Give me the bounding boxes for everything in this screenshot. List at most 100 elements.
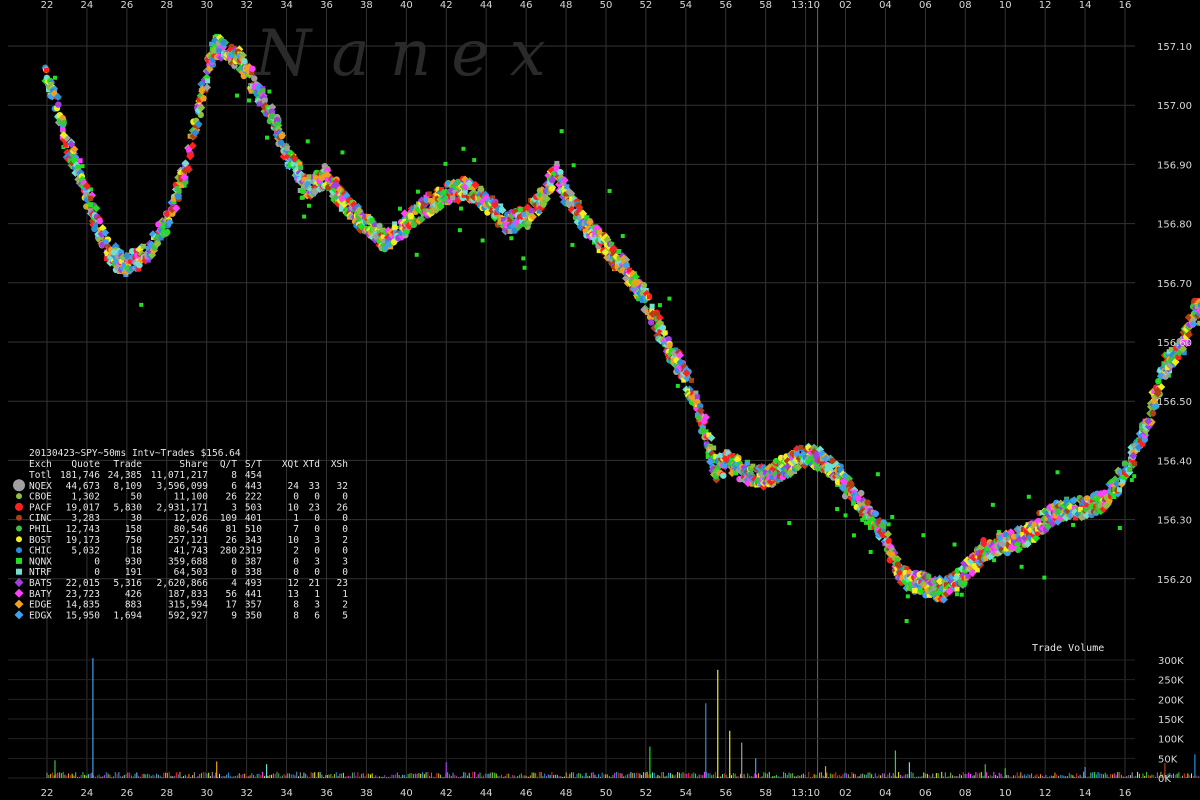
outlier-trade-marker	[657, 303, 662, 308]
trade-marker	[554, 160, 560, 166]
trade-marker	[103, 239, 109, 245]
outlier-trade-marker	[904, 619, 909, 624]
time-tick-label: 32	[240, 0, 253, 11]
legend-cell: EDGX	[29, 610, 52, 621]
time-tick-label: 46	[520, 788, 533, 799]
time-tick-label: 36	[320, 788, 333, 799]
outlier-trade-marker	[667, 296, 672, 301]
legend-cell: BATS	[29, 578, 52, 589]
volume-tick-label: 50K	[1158, 754, 1178, 765]
legend-cell: 33	[309, 481, 320, 492]
legend-cell: 18	[131, 546, 143, 557]
legend-cell: 11,100	[174, 492, 209, 503]
legend-cell: 1,694	[113, 610, 142, 621]
outlier-trade-marker	[522, 265, 527, 270]
legend-cell: 2319	[239, 546, 262, 557]
time-tick-label: 52	[640, 0, 653, 11]
outlier-trade-marker	[235, 93, 240, 98]
time-tick-label: 24	[81, 0, 94, 11]
trade-marker	[1131, 461, 1137, 467]
legend-cell: 30	[131, 513, 143, 524]
legend-cell: 0	[342, 492, 348, 503]
time-tick-label: 28	[160, 0, 173, 11]
outlier-trade-marker	[414, 252, 419, 257]
legend-cell: 158	[125, 524, 142, 535]
legend-header-cell: Q/T	[220, 459, 237, 470]
time-tick-label: 13:10	[791, 0, 820, 11]
legend-cell: EDGE	[29, 600, 52, 611]
time-tick-label: 30	[200, 0, 213, 11]
legend-cell: 21	[309, 578, 321, 589]
legend-cell: 81	[226, 524, 238, 535]
legend-cell: 443	[245, 481, 262, 492]
legend-cell: 191	[125, 567, 142, 578]
trade-marker	[885, 537, 892, 545]
outlier-trade-marker	[571, 163, 576, 168]
trade-marker	[974, 567, 980, 573]
time-tick-label: 02	[839, 0, 852, 11]
trade-marker	[60, 127, 66, 133]
legend-header-cell: Exch	[29, 459, 52, 470]
time-tick-label: 28	[160, 788, 173, 799]
time-tick-label: 10	[999, 0, 1012, 11]
outlier-trade-marker	[905, 594, 910, 599]
time-tick-label: 36	[320, 0, 333, 11]
legend-marker-icon	[16, 514, 22, 521]
price-tick-label: 157.10	[1157, 42, 1192, 53]
legend-cell: 1,302	[71, 492, 100, 503]
outlier-trade-marker	[1071, 522, 1076, 527]
trade-marker	[306, 174, 312, 180]
legend-cell: 401	[245, 513, 262, 524]
outlier-trade-marker	[886, 522, 891, 527]
outlier-trade-marker	[267, 89, 272, 94]
legend-cell: CHIC	[29, 546, 52, 557]
time-tick-label: 40	[400, 788, 413, 799]
outlier-trade-marker	[139, 302, 144, 307]
legend-cell: 503	[245, 502, 262, 513]
time-tick-label: 46	[520, 0, 533, 11]
legend-cell: 592,927	[168, 610, 208, 621]
legend-cell: 8	[293, 600, 299, 611]
trade-marker	[798, 444, 804, 450]
legend-cell: 0	[293, 567, 299, 578]
legend-cell: 4	[231, 578, 237, 589]
outlier-trade-marker	[843, 513, 848, 518]
outlier-trade-marker	[1042, 575, 1047, 580]
trade-marker	[689, 377, 695, 383]
trade-marker	[1117, 487, 1123, 493]
nanex-watermark: N a n e x	[253, 17, 546, 91]
legend-cell: CINC	[29, 513, 52, 524]
legend-cell: 12,743	[66, 524, 100, 535]
time-tick-label: 04	[879, 0, 892, 11]
outlier-trade-marker	[53, 75, 57, 80]
legend-cell: 3	[342, 556, 348, 567]
trade-marker	[711, 445, 717, 451]
price-tick-label: 156.80	[1157, 220, 1192, 231]
time-tick-label: 12	[1039, 0, 1052, 11]
legend-cell: 0	[314, 513, 320, 524]
time-tick-label: 58	[759, 788, 772, 799]
outlier-trade-marker	[959, 592, 964, 597]
legend-cell: 2	[342, 600, 348, 611]
legend-cell: 24	[288, 481, 300, 492]
time-tick-label: 38	[360, 788, 373, 799]
legend-cell: 50	[131, 492, 143, 503]
outlier-trade-marker	[265, 135, 270, 140]
outlier-trade-marker	[990, 502, 995, 507]
outlier-trade-marker	[1132, 474, 1137, 479]
trade-marker	[278, 132, 286, 140]
legend-cell: 187,833	[168, 589, 208, 600]
outlier-trade-marker	[509, 236, 514, 241]
time-tick-label: 06	[919, 0, 932, 11]
trade-marker	[63, 142, 69, 148]
legend-marker-icon	[16, 536, 22, 543]
legend-cell: 80,546	[174, 524, 209, 535]
price-tick-label: 156.20	[1157, 575, 1192, 586]
legend-cell: 109	[220, 513, 237, 524]
time-tick-label: 02	[839, 788, 852, 799]
trade-marker	[298, 165, 304, 171]
time-tick-label: 42	[440, 0, 453, 11]
time-tick-label: 08	[959, 0, 972, 11]
trade-marker	[88, 202, 94, 208]
legend-cell: 26	[337, 502, 349, 513]
